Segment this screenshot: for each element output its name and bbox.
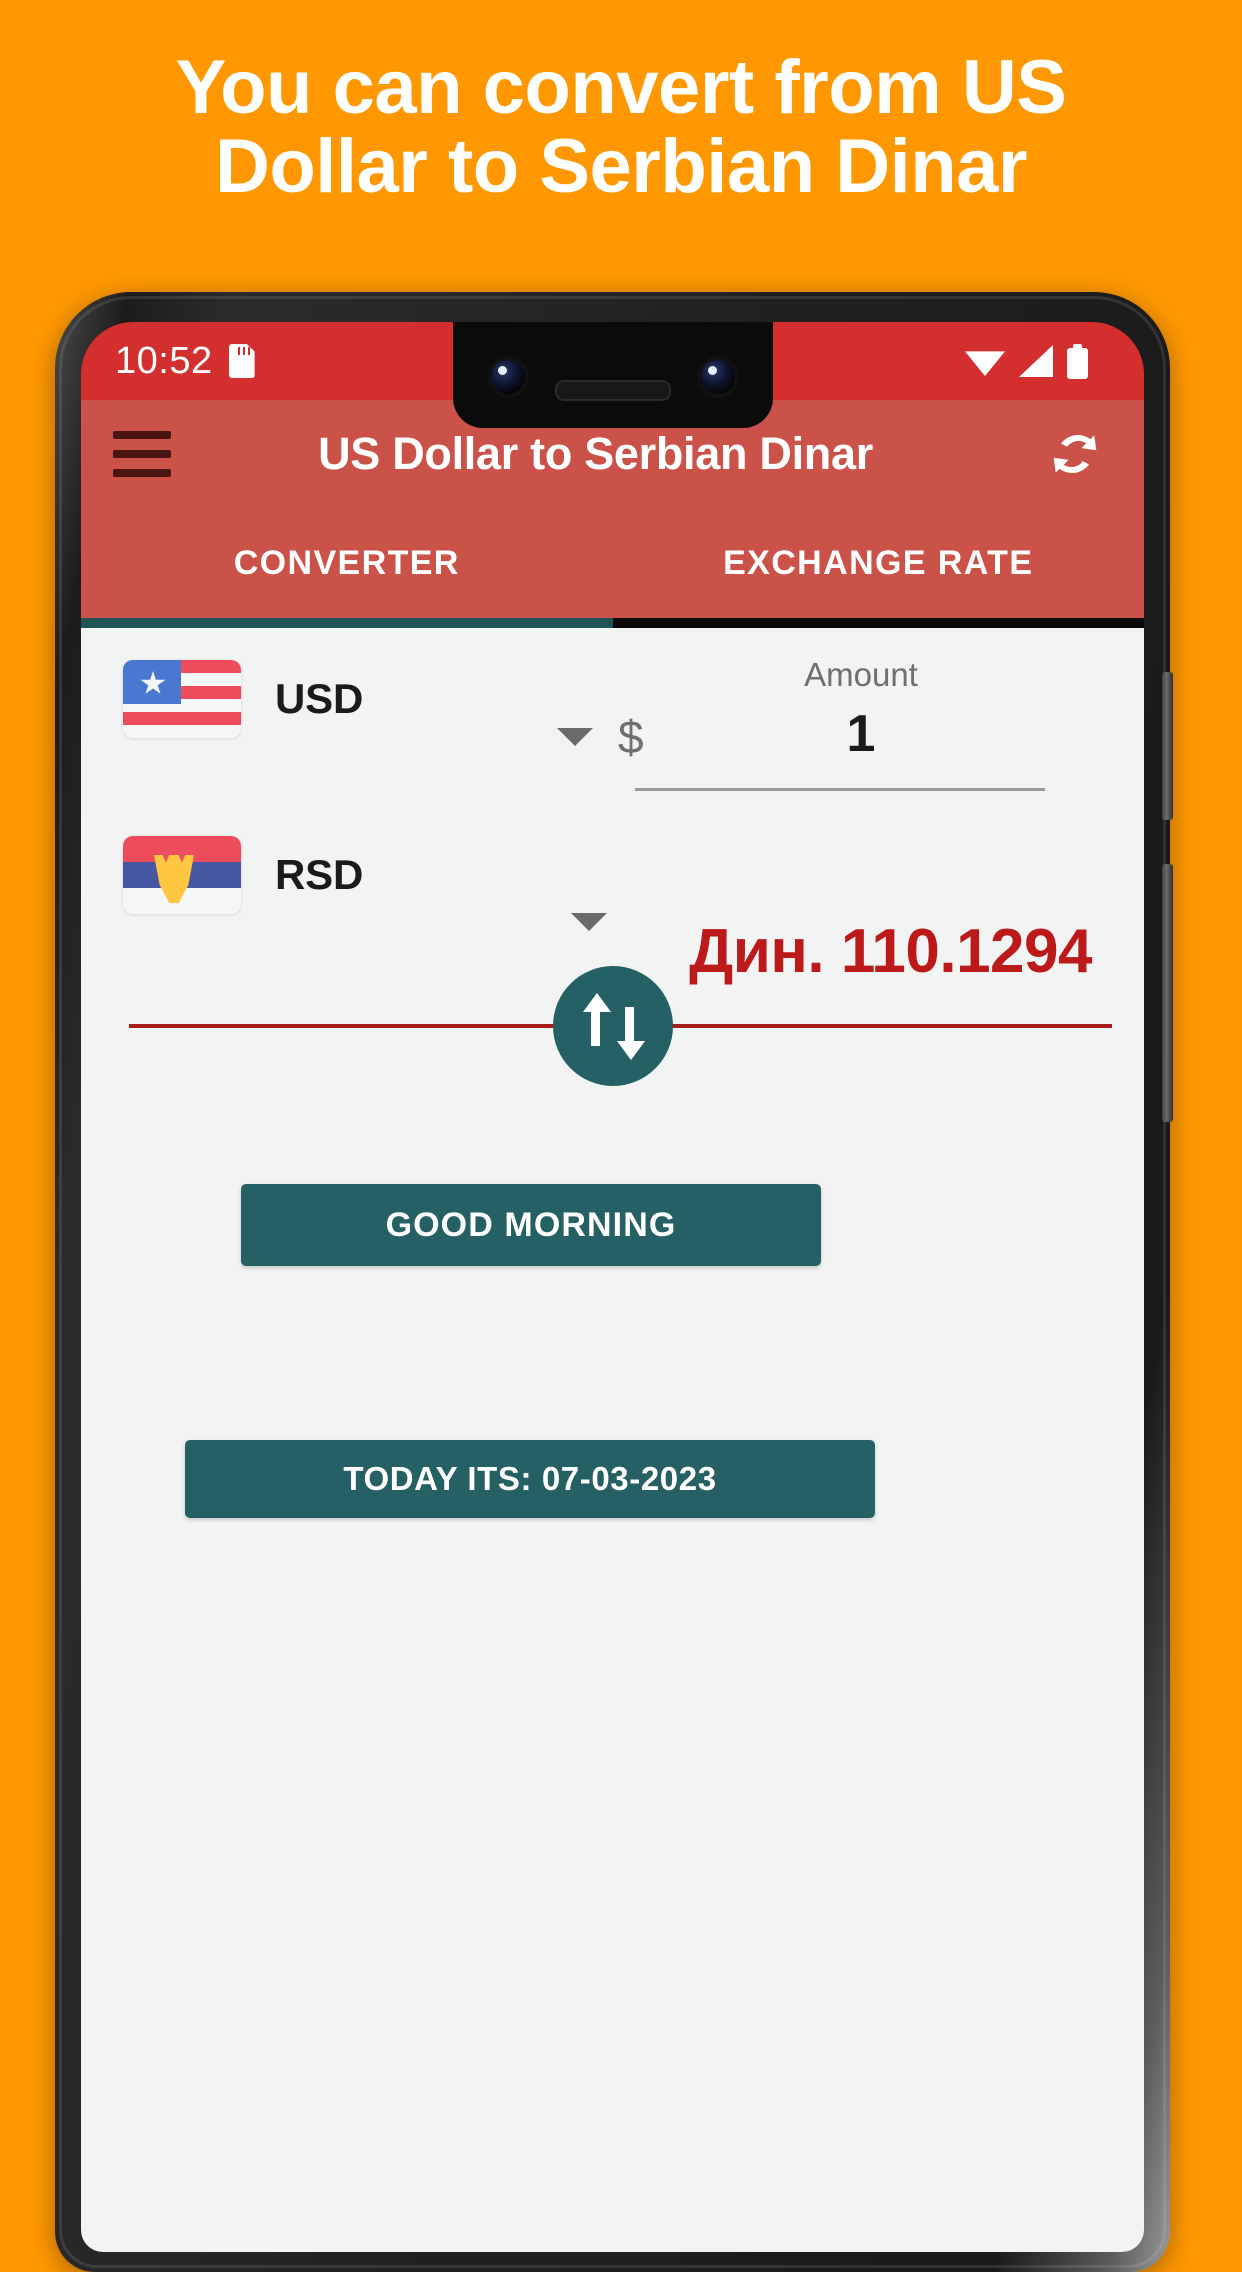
phone-volume-button[interactable] (1162, 864, 1173, 1122)
front-camera-left-icon (490, 360, 525, 394)
promo-headline: You can convert from US Dollar to Serbia… (175, 45, 1067, 210)
amount-input[interactable]: 1 (671, 704, 1051, 764)
tab-selected-indicator (81, 618, 613, 628)
today-date-button[interactable]: TODAY ITS: 07-03-2023 (185, 1440, 875, 1518)
tab-exchange-rate[interactable]: EXCHANGE RATE (613, 508, 1145, 618)
amount-input-underline (635, 788, 1045, 791)
front-camera-right-icon (700, 360, 735, 394)
flag-united-states-icon (123, 660, 241, 738)
refresh-icon[interactable] (1040, 419, 1110, 489)
sd-card-icon (228, 344, 255, 378)
status-clock: 10:52 (115, 339, 213, 382)
converted-result: Дин. 110.1294 (689, 917, 1092, 986)
battery-icon (1067, 343, 1088, 379)
phone-screen: 10:52 US Dollar to Serbian Dinar CONVERT… (81, 322, 1144, 2252)
currency-symbol: $ (618, 711, 644, 763)
status-bar-left: 10:52 (115, 340, 255, 383)
phone-mockup: 10:52 US Dollar to Serbian Dinar CONVERT… (55, 292, 1173, 2272)
phone-power-button[interactable] (1162, 672, 1173, 820)
wifi-icon (965, 351, 1005, 376)
from-currency-selector[interactable]: USD (123, 660, 363, 738)
amount-label: Amount (804, 656, 918, 693)
converter-panel: USD Amount $ 1 RSD Дин. 110.1294 GOOD MO… (81, 628, 1144, 2252)
to-currency-code: RSD (275, 851, 364, 898)
swap-currencies-button[interactable] (552, 966, 673, 1086)
arrow-down-icon (616, 1006, 645, 1060)
tab-converter[interactable]: CONVERTER (81, 508, 613, 618)
page-title: US Dollar to Serbian Dinar (318, 428, 873, 479)
status-bar-right (965, 343, 1114, 379)
arrow-up-icon (582, 992, 611, 1046)
from-currency-chevron-down-icon[interactable] (557, 728, 593, 746)
greeting-button[interactable]: GOOD MORNING (241, 1184, 821, 1266)
earpiece-speaker (554, 380, 671, 401)
to-currency-selector[interactable]: RSD (123, 836, 363, 914)
from-currency-code: USD (275, 675, 364, 722)
flag-serbia-icon (123, 836, 241, 914)
signal-icon (1019, 345, 1053, 377)
to-currency-chevron-down-icon[interactable] (571, 913, 607, 931)
tab-bar: CONVERTER EXCHANGE RATE (81, 508, 1144, 618)
phone-notch (452, 322, 773, 428)
